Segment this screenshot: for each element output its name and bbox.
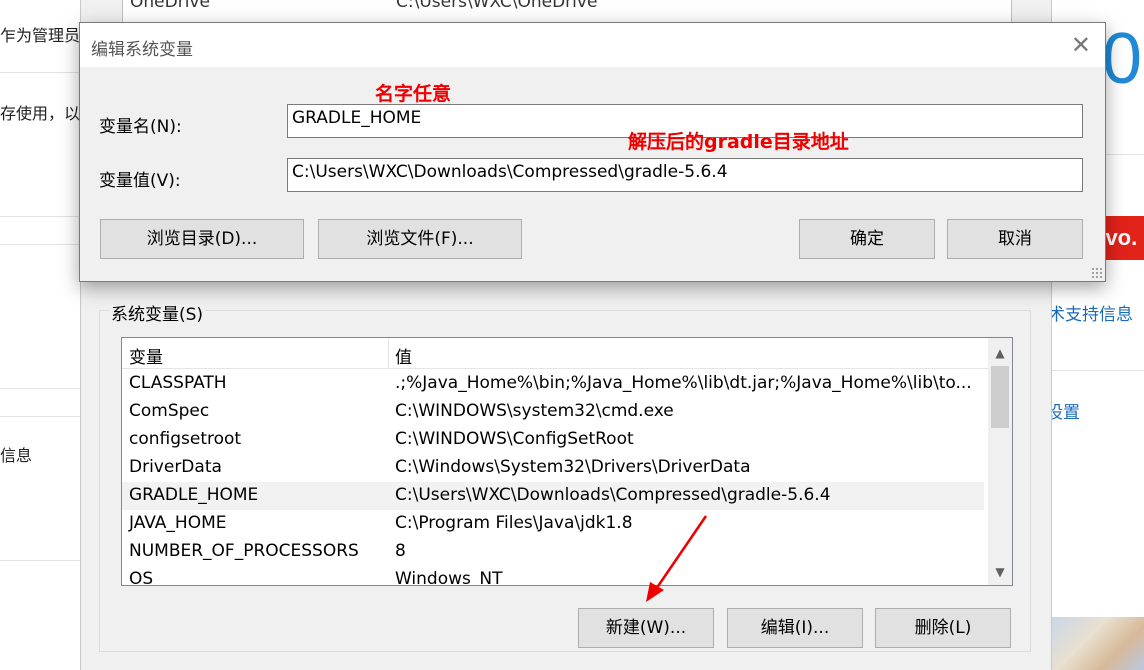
row-value: C:\WINDOWS\system32\cmd.exe: [395, 401, 674, 421]
variable-value-label: 变量值(V):: [99, 171, 181, 191]
wallpaper-thumbnail: [1050, 617, 1144, 670]
user-variables-list[interactable]: OneDrive C:\Users\WXC\OneDrive: [122, 0, 1012, 23]
annotation-value-note: 解压后的gradle目录地址: [628, 131, 849, 153]
column-header-variable[interactable]: 变量: [129, 343, 163, 368]
windows-version-digit: 0: [1102, 19, 1143, 99]
annotation-name-note: 名字任意: [375, 83, 452, 105]
divider: [0, 388, 80, 389]
divider: [1050, 370, 1144, 371]
dialog-title: 编辑系统变量: [91, 40, 193, 60]
row-name: NUMBER_OF_PROCESSORS: [129, 541, 359, 561]
ok-button[interactable]: 确定: [799, 219, 935, 259]
divider: [0, 244, 80, 245]
table-row[interactable]: DriverData C:\Windows\System32\Drivers\D…: [122, 454, 984, 482]
background-window-left: 乍为管理员 存使用，以 信息: [0, 0, 80, 670]
background-text: 存使用，以: [0, 104, 81, 123]
dialog-titlebar[interactable]: 编辑系统变量 ✕: [80, 23, 1105, 67]
table-row[interactable]: ComSpec C:\WINDOWS\system32\cmd.exe: [122, 398, 984, 426]
row-name: DriverData: [129, 457, 222, 477]
background-text: 信息: [0, 446, 33, 465]
background-text: 乍为管理员: [0, 26, 81, 45]
table-row[interactable]: CLASSPATH .;%Java_Home%\bin;%Java_Home%\…: [122, 370, 984, 398]
scroll-down-icon[interactable]: ▼: [988, 561, 1012, 583]
list-header: 变量 值: [122, 338, 988, 369]
vertical-scrollbar[interactable]: ▲ ▼: [988, 338, 1012, 585]
variable-name-label: 变量名(N):: [99, 117, 182, 137]
edit-system-variable-dialog: 编辑系统变量 ✕ 变量名(N): GRADLE_HOME 变量值(V): C:\…: [79, 22, 1106, 282]
row-name: OS: [129, 569, 154, 586]
divider: [0, 560, 80, 561]
browse-directory-button[interactable]: 浏览目录(D)...: [100, 219, 304, 259]
row-name: configsetroot: [129, 429, 242, 449]
divider: [0, 216, 80, 217]
row-value: C:\Windows\System32\Drivers\DriverData: [395, 457, 751, 477]
table-row-selected[interactable]: GRADLE_HOME C:\Users\WXC\Downloads\Compr…: [122, 482, 984, 510]
edit-button[interactable]: 编辑(I)...: [727, 608, 863, 648]
list-item-name: OneDrive: [130, 0, 210, 12]
row-value: .;%Java_Home%\bin;%Java_Home%\lib\dt.jar…: [395, 373, 972, 393]
new-button[interactable]: 新建(W)...: [578, 608, 714, 648]
row-name: JAVA_HOME: [129, 513, 227, 533]
system-variables-list[interactable]: 变量 值 CLASSPATH .;%Java_Home%\bin;%Java_H…: [121, 337, 1013, 586]
annotation-arrow-icon: [646, 515, 708, 602]
row-name: GRADLE_HOME: [129, 485, 259, 505]
resize-grip[interactable]: [1091, 267, 1103, 279]
divider: [0, 416, 80, 417]
variable-value-input[interactable]: C:\Users\WXC\Downloads\Compressed\gradle…: [287, 158, 1083, 192]
column-header-value[interactable]: 值: [395, 343, 412, 368]
divider: [0, 72, 80, 73]
table-row[interactable]: configsetroot C:\WINDOWS\ConfigSetRoot: [122, 426, 984, 454]
scroll-up-icon[interactable]: ▲: [988, 342, 1012, 364]
column-separator[interactable]: [388, 338, 389, 368]
browse-file-button[interactable]: 浏览文件(F)...: [318, 219, 522, 259]
table-row[interactable]: JAVA_HOME C:\Program Files\Java\jdk1.8: [122, 510, 984, 538]
table-row[interactable]: NUMBER_OF_PROCESSORS 8: [122, 538, 984, 566]
row-name: ComSpec: [129, 401, 210, 421]
delete-button[interactable]: 删除(L): [875, 608, 1011, 648]
cancel-button[interactable]: 取消: [947, 219, 1083, 259]
close-icon[interactable]: ✕: [1071, 31, 1091, 59]
table-row[interactable]: OS Windows_NT: [122, 566, 984, 586]
row-value: C:\Users\WXC\Downloads\Compressed\gradle…: [395, 485, 831, 505]
row-name: CLASSPATH: [129, 373, 227, 393]
system-variables-label: 系统变量(S): [109, 300, 206, 325]
support-info-link[interactable]: 术支持信息: [1048, 300, 1133, 325]
row-value: C:\WINDOWS\ConfigSetRoot: [395, 429, 634, 449]
scroll-thumb[interactable]: [991, 366, 1009, 428]
list-item-value: C:\Users\WXC\OneDrive: [396, 0, 598, 12]
